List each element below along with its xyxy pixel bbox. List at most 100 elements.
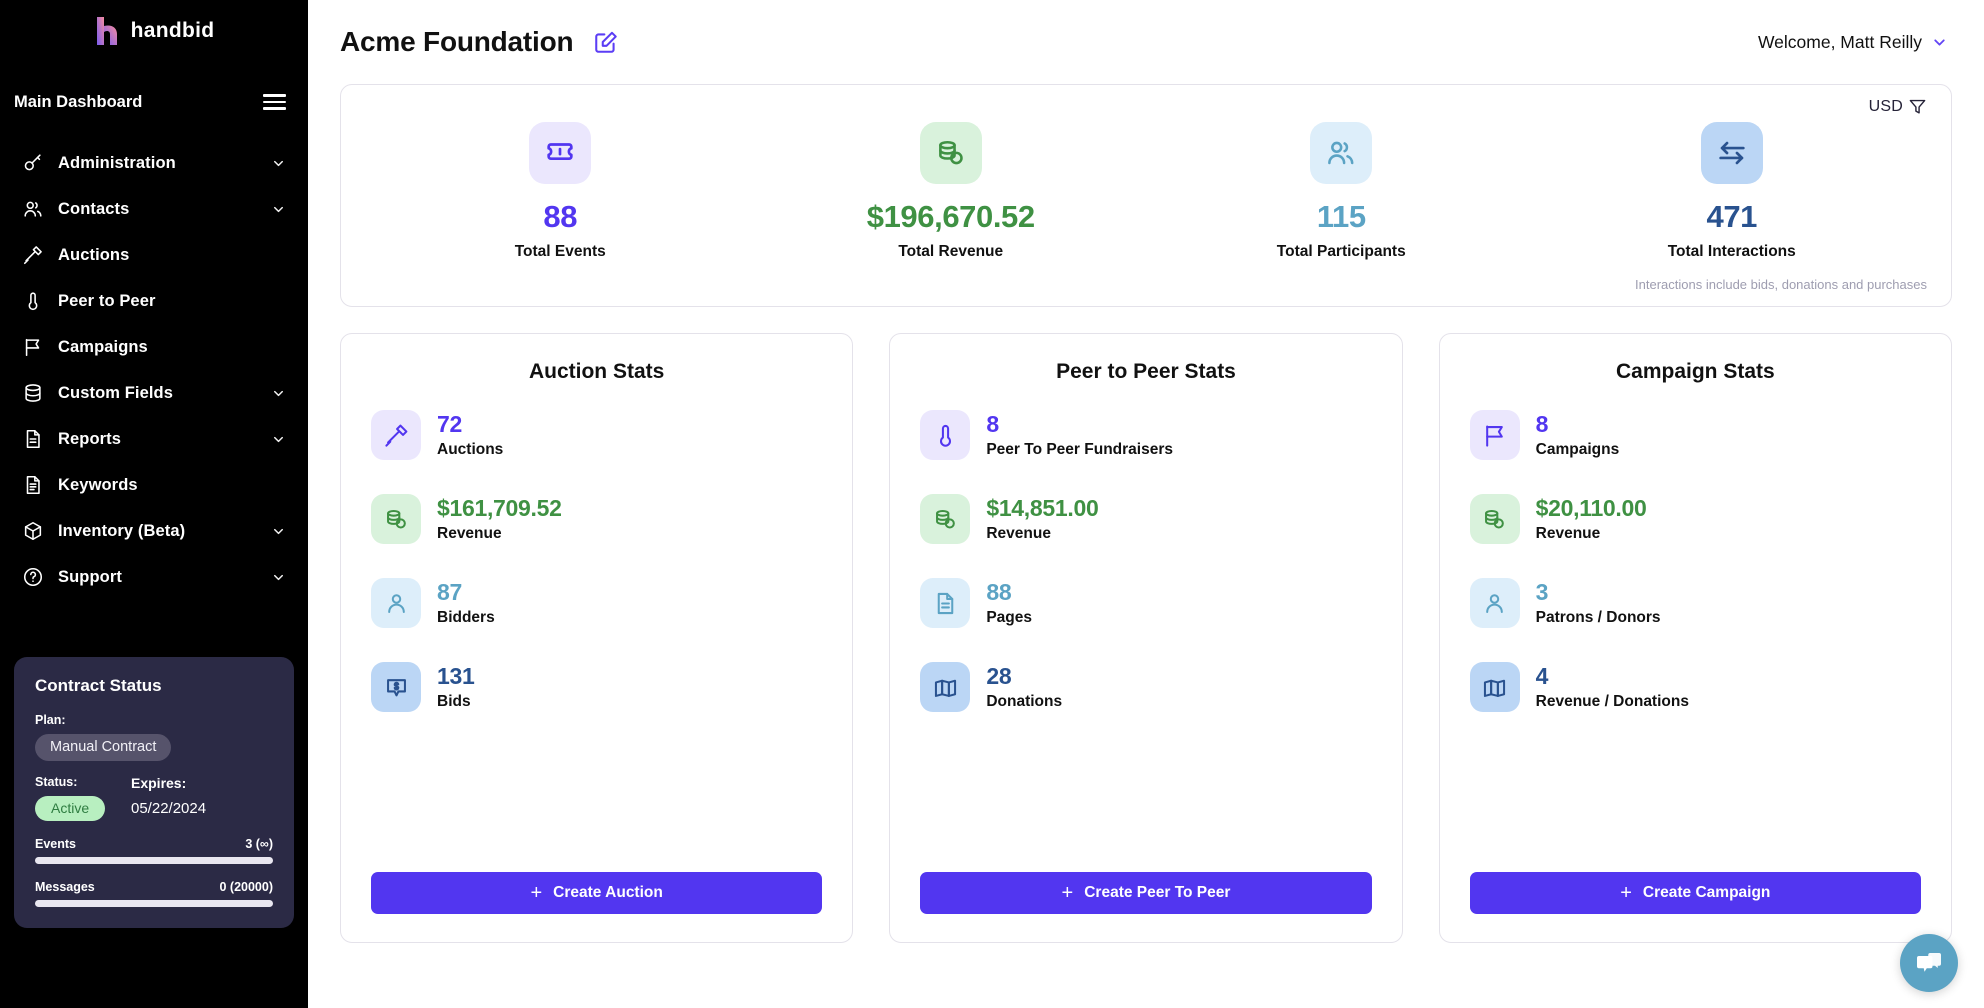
stat-row-fundraisers: 8 Peer To Peer Fundraisers [920, 410, 1371, 460]
events-progress-bar [35, 857, 273, 864]
card-title: Auction Stats [528, 360, 665, 383]
card-rows: 8 Campaigns $20,110.00 Revenue 3 Patrons… [1469, 410, 1921, 848]
sidebar-item-label: Inventory (Beta) [58, 521, 186, 540]
flag-icon [1469, 410, 1520, 460]
stat-row-campaigns: 8 Campaigns [1469, 410, 1921, 460]
metric-total-interactions: 471 Total Interactions [1537, 122, 1928, 261]
dashboard-title: Main Dashboard [14, 92, 143, 111]
sidebar-item-reports[interactable]: Reports [0, 416, 308, 462]
currency-filter[interactable]: USD [365, 97, 1927, 116]
metric-label: Total Revenue [898, 243, 1004, 260]
cta-label: Create Campaign [1642, 884, 1771, 901]
plus-icon: + [1620, 882, 1632, 904]
stat-row-bidders: 87 Bidders [371, 578, 822, 628]
money-icon [1469, 662, 1520, 712]
stat-value: 3 [1535, 579, 1549, 606]
ticket-icon [529, 122, 592, 184]
stat-label: Campaigns [1535, 440, 1620, 458]
sidebar-item-peer-to-peer[interactable]: Peer to Peer [0, 278, 308, 324]
key-icon [22, 152, 44, 174]
chevron-down-icon[interactable] [271, 386, 286, 401]
chevron-down-icon[interactable] [271, 202, 286, 217]
status-badge: Active [35, 796, 106, 821]
flag-icon [22, 336, 44, 358]
sidebar-nav: Administration Contacts Auctions Peer to… [0, 140, 308, 600]
sidebar-item-contacts[interactable]: Contacts [0, 186, 308, 232]
sidebar-item-label: Reports [58, 429, 122, 448]
chevron-down-icon[interactable] [271, 156, 286, 171]
expires-value: 05/22/2024 [131, 800, 207, 817]
page-title: Acme Foundation [340, 26, 574, 57]
handbid-logo-icon [94, 16, 120, 46]
sidebar-item-custom-fields[interactable]: Custom Fields [0, 370, 308, 416]
sidebar-item-label: Keywords [58, 475, 138, 494]
dashboard-header: Main Dashboard [0, 80, 308, 124]
cta-label: Create Peer To Peer [1084, 884, 1231, 901]
sidebar: handbid Main Dashboard Administration Co… [0, 0, 308, 1008]
hamburger-menu-icon[interactable] [263, 94, 286, 110]
box-icon [22, 520, 44, 542]
gavel-icon [22, 244, 44, 266]
stat-row-revenue: $14,851.00 Revenue [920, 494, 1371, 544]
sidebar-item-keywords[interactable]: Keywords [0, 462, 308, 508]
metric-total-participants: 115 Total Participants [1146, 122, 1537, 261]
metric-total-events: 88 Total Events [365, 122, 756, 261]
document-icon [920, 578, 971, 628]
status-label: Status: [35, 775, 78, 789]
stat-label: Bidders [437, 608, 495, 626]
events-meter-value: 3 (∞) [245, 837, 273, 851]
summary-footnote: Interactions include bids, donations and… [1635, 277, 1927, 292]
stat-label: Patrons / Donors [1535, 608, 1661, 626]
metric-label: Total Events [514, 243, 606, 260]
stat-value: 131 [437, 663, 475, 690]
edit-square-icon[interactable] [593, 29, 619, 55]
create-campaign-button[interactable]: + Create Campaign [1469, 872, 1921, 914]
brand-logo[interactable]: handbid [0, 0, 308, 62]
coins-icon [920, 494, 971, 544]
sidebar-item-auctions[interactable]: Auctions [0, 232, 308, 278]
sidebar-item-label: Campaigns [58, 337, 148, 356]
coins-icon [919, 122, 982, 184]
create-peer-to-peer-button[interactable]: + Create Peer To Peer [920, 872, 1372, 914]
create-auction-button[interactable]: + Create Auction [371, 872, 823, 914]
chat-widget-button[interactable] [1900, 934, 1958, 992]
coins-icon [1469, 494, 1520, 544]
chevron-down-icon[interactable] [271, 524, 286, 539]
user-menu[interactable]: Welcome, Matt Reilly [1758, 32, 1948, 53]
sidebar-item-label: Contacts [58, 199, 130, 218]
stat-row-donations: 28 Donations [920, 662, 1371, 712]
exchange-icon [1700, 122, 1763, 184]
contract-status-title: Contract Status [35, 676, 162, 695]
stat-label: Revenue / Donations [1535, 692, 1689, 710]
sidebar-item-label: Administration [58, 153, 176, 172]
sidebar-item-label: Support [58, 567, 122, 586]
stat-value: 8 [986, 411, 999, 438]
chevron-down-icon[interactable] [271, 432, 286, 447]
metric-value: 471 [1706, 199, 1758, 234]
stat-label: Pages [986, 608, 1032, 626]
stat-row-revenue: $20,110.00 Revenue [1469, 494, 1921, 544]
sidebar-item-campaigns[interactable]: Campaigns [0, 324, 308, 370]
stat-row-pages: 88 Pages [920, 578, 1371, 628]
dashboard-body: USD 88 Total Events $196,670.52 Total Re… [308, 84, 1984, 943]
sidebar-item-administration[interactable]: Administration [0, 140, 308, 186]
chevron-down-icon[interactable] [1931, 34, 1948, 51]
stat-value: $161,709.52 [437, 495, 562, 522]
stat-cards-row: Auction Stats 72 Auctions $161,709.52 Re… [340, 333, 1952, 943]
stat-value: 72 [437, 411, 462, 438]
sidebar-item-support[interactable]: Support [0, 554, 308, 600]
chevron-down-icon[interactable] [271, 570, 286, 585]
app-root: handbid Main Dashboard Administration Co… [0, 0, 1984, 1008]
chat-bubble-icon [1914, 948, 1944, 978]
document-icon [22, 474, 44, 496]
brand-name: handbid [130, 19, 215, 42]
messages-meter-value: 0 (20000) [219, 880, 273, 894]
stat-label: Bids [437, 692, 471, 710]
organization-header: Acme Foundation [340, 26, 619, 58]
sidebar-item-label: Custom Fields [58, 383, 173, 402]
card-title: Campaign Stats [1615, 360, 1775, 383]
summary-metrics: 88 Total Events $196,670.52 Total Revenu… [365, 122, 1927, 261]
metric-value: $196,670.52 [866, 199, 1035, 234]
funnel-icon[interactable] [1908, 97, 1927, 116]
sidebar-item-inventory[interactable]: Inventory (Beta) [0, 508, 308, 554]
